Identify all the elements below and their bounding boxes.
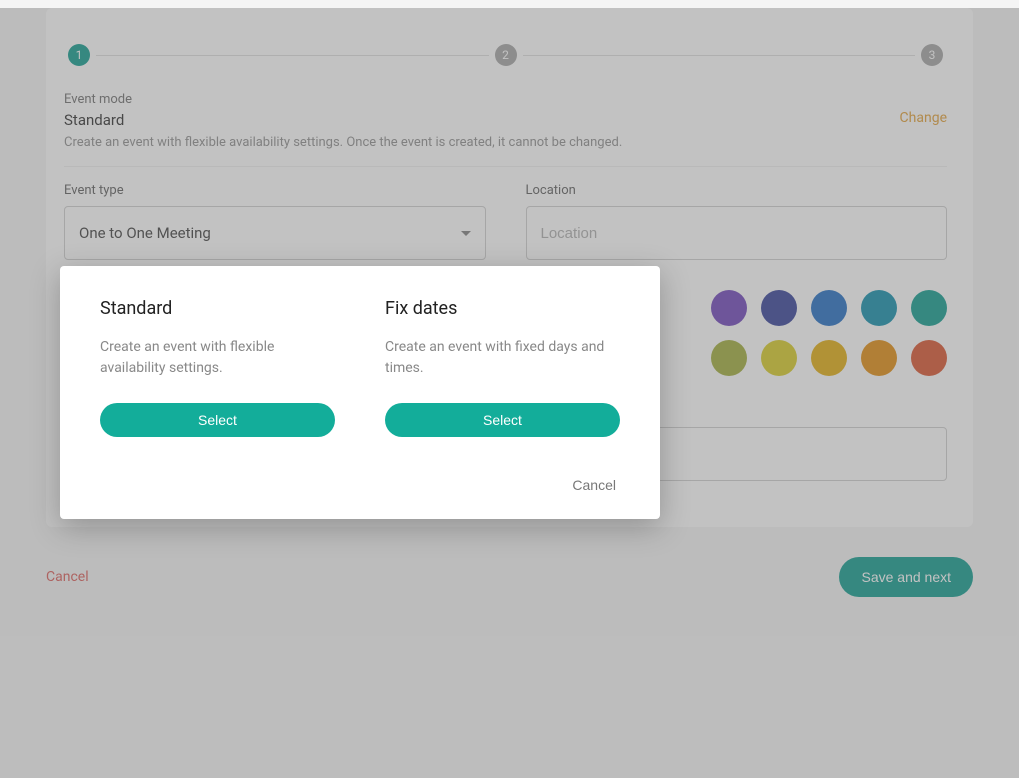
event-mode-modal: Standard Create an event with flexible a… [60,266,660,519]
modal-option-title: Standard [100,298,335,319]
modal-overlay[interactable]: Standard Create an event with flexible a… [0,8,1019,778]
select-standard-button[interactable]: Select [100,403,335,437]
modal-option-desc: Create an event with flexible availabili… [100,337,335,381]
modal-cancel-button[interactable]: Cancel [568,471,620,499]
modal-option-title: Fix dates [385,298,620,319]
modal-option-desc: Create an event with fixed days and time… [385,337,620,381]
select-fixdates-button[interactable]: Select [385,403,620,437]
